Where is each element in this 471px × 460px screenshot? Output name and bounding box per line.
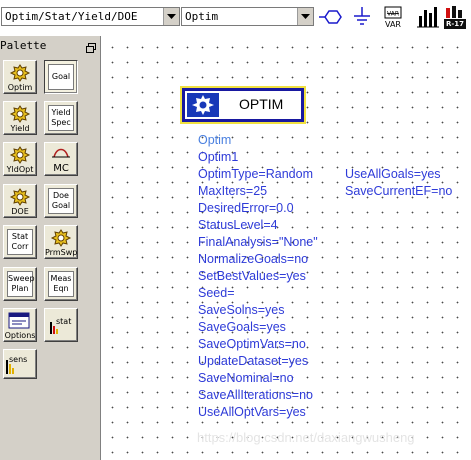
parameter-line: SaveOptimVars=no: [198, 337, 306, 351]
parameter-line: UseAllOptVars=yes: [198, 405, 306, 419]
parameter-list-right: UseAllGoals=yes SaveCurrentEF=no: [345, 166, 452, 200]
optim-icon: [187, 93, 219, 117]
palette-item-label: Options: [4, 331, 36, 340]
palette-item-label: MC: [53, 163, 69, 174]
palette-item-label: PrmSwp: [45, 248, 78, 257]
parameter-line: SaveAllIterations=no: [198, 388, 314, 402]
palette-item-prmswp[interactable]: PrmSwp: [44, 225, 78, 259]
component-type-name: Optim: [198, 133, 232, 147]
palette-item-meas-eqn[interactable]: Meas Eqn: [44, 267, 78, 301]
palette-item-doe-goal[interactable]: Doe Goal: [44, 184, 78, 218]
palette-item-label: YldOpt: [6, 165, 34, 174]
palette-item-options[interactable]: Options: [3, 308, 37, 342]
parameter-line: Seed=: [198, 286, 235, 300]
component-instance-name: Optim1: [198, 150, 239, 164]
ground-icon[interactable]: [349, 4, 375, 30]
component-parameters: Optim Optim1 OptimType=Random MaxIters=25…: [198, 132, 318, 421]
palette-item-label: Yield Spec: [51, 108, 71, 127]
palette-item-label: Optim: [7, 83, 33, 92]
palette-item-label: Meas Eqn: [50, 274, 72, 293]
parameter-line: UpdateDataset=yes: [198, 354, 309, 368]
schematic-canvas[interactable]: OPTIM Optim Optim1 OptimType=Random MaxIt…: [101, 36, 471, 460]
parameter-line: OptimType=Random: [198, 167, 313, 181]
palette-item-label: stat: [56, 317, 72, 326]
parameter-line: SaveCurrentEF=no: [345, 184, 453, 198]
parameter-line: SaveGoals=yes: [198, 320, 286, 334]
toolbar: Optim/Stat/Yield/DOE Optim VAR VAR R-17: [0, 0, 471, 36]
svg-text:VAR: VAR: [387, 11, 399, 18]
bar-chart-icon[interactable]: [414, 4, 440, 30]
palette-item-sens[interactable]: sens: [3, 349, 37, 379]
palette-item-stat-corr[interactable]: Stat Corr: [3, 225, 37, 259]
palette-item-yield-spec[interactable]: Yield Spec: [44, 101, 78, 135]
port-icon[interactable]: [318, 4, 344, 30]
palette-item-label: DOE: [11, 207, 29, 216]
watermark: https://blog.csdn.net/daxiangwusheng: [197, 430, 415, 445]
component-combo[interactable]: Optim: [181, 7, 314, 26]
library-combo-value: Optim/Stat/Yield/DOE: [5, 10, 138, 23]
stat-corr-icon: Stat Corr: [7, 229, 33, 255]
yield-icon: [9, 105, 31, 123]
parameter-line: FinalAnalysis="None": [198, 235, 318, 249]
var-label: VAR: [385, 20, 401, 29]
palette-item-label: sens: [9, 355, 28, 364]
var-icon[interactable]: VAR VAR: [381, 4, 405, 30]
palette-item-stat[interactable]: stat: [44, 308, 78, 342]
yield-opt-icon: [9, 146, 31, 164]
palette-item-optim[interactable]: Optim: [3, 60, 37, 94]
goal-icon: Goal: [48, 64, 74, 90]
optim-icon: [9, 64, 31, 82]
component-combo-value: Optim: [185, 10, 219, 23]
monte-carlo-icon: [52, 148, 70, 158]
palette-item-label: Doe Goal: [51, 191, 71, 210]
palette-item-label: Sweep Plan: [8, 274, 35, 293]
parameter-list: OptimType=Random MaxIters=25 DesiredError=…: [198, 166, 318, 421]
palette-item-label: Stat Corr: [11, 232, 29, 251]
yield-spec-icon: Yield Spec: [48, 105, 74, 131]
parameter-line: SaveSolns=yes: [198, 303, 285, 317]
palette-item-label: Yield: [10, 124, 30, 133]
component-label: OPTIM: [239, 96, 284, 112]
palette-title: Palette: [0, 39, 47, 52]
meas-eqn-icon: Meas Eqn: [48, 271, 74, 297]
parameter-line: SetBestValues=yes: [198, 269, 306, 283]
sweep-plan-icon: Sweep Plan: [7, 271, 35, 297]
palette-item-goal[interactable]: Goal: [44, 60, 78, 94]
parameter-line: SaveNominal=no: [198, 371, 294, 385]
r17-icon[interactable]: R-17: [443, 4, 467, 30]
options-icon: [8, 312, 30, 329]
doe-goal-icon: Doe Goal: [48, 188, 74, 214]
palette-item-mc[interactable]: MC: [44, 142, 78, 176]
parameter-line: DesiredError=0.0: [198, 201, 294, 215]
palette-item-yield[interactable]: Yield: [3, 101, 37, 135]
palette-header: Palette: [0, 38, 100, 53]
restore-window-icon[interactable]: [85, 39, 97, 53]
parameter-line: UseAllGoals=yes: [345, 167, 441, 181]
palette-item-doe[interactable]: DOE: [3, 184, 37, 218]
palette-item-yldopt[interactable]: YldOpt: [3, 142, 37, 176]
optim-component[interactable]: OPTIM: [180, 86, 306, 124]
parameter-line: NormalizeGoals=no: [198, 252, 309, 266]
palette-item-label: Goal: [51, 72, 71, 81]
palette-panel: Palette Optim Goal Yield Yield Spec YldO…: [0, 36, 101, 460]
parameter-line: StatusLevel=4: [198, 218, 278, 232]
param-sweep-icon: [50, 229, 72, 247]
library-combo[interactable]: Optim/Stat/Yield/DOE: [1, 7, 180, 26]
chevron-down-icon[interactable]: [297, 8, 313, 25]
doe-icon: [9, 188, 31, 206]
r17-label: R-17: [445, 20, 465, 28]
parameter-line: MaxIters=25: [198, 184, 268, 198]
palette-item-sweep-plan[interactable]: Sweep Plan: [3, 267, 37, 301]
chevron-down-icon[interactable]: [163, 8, 179, 25]
